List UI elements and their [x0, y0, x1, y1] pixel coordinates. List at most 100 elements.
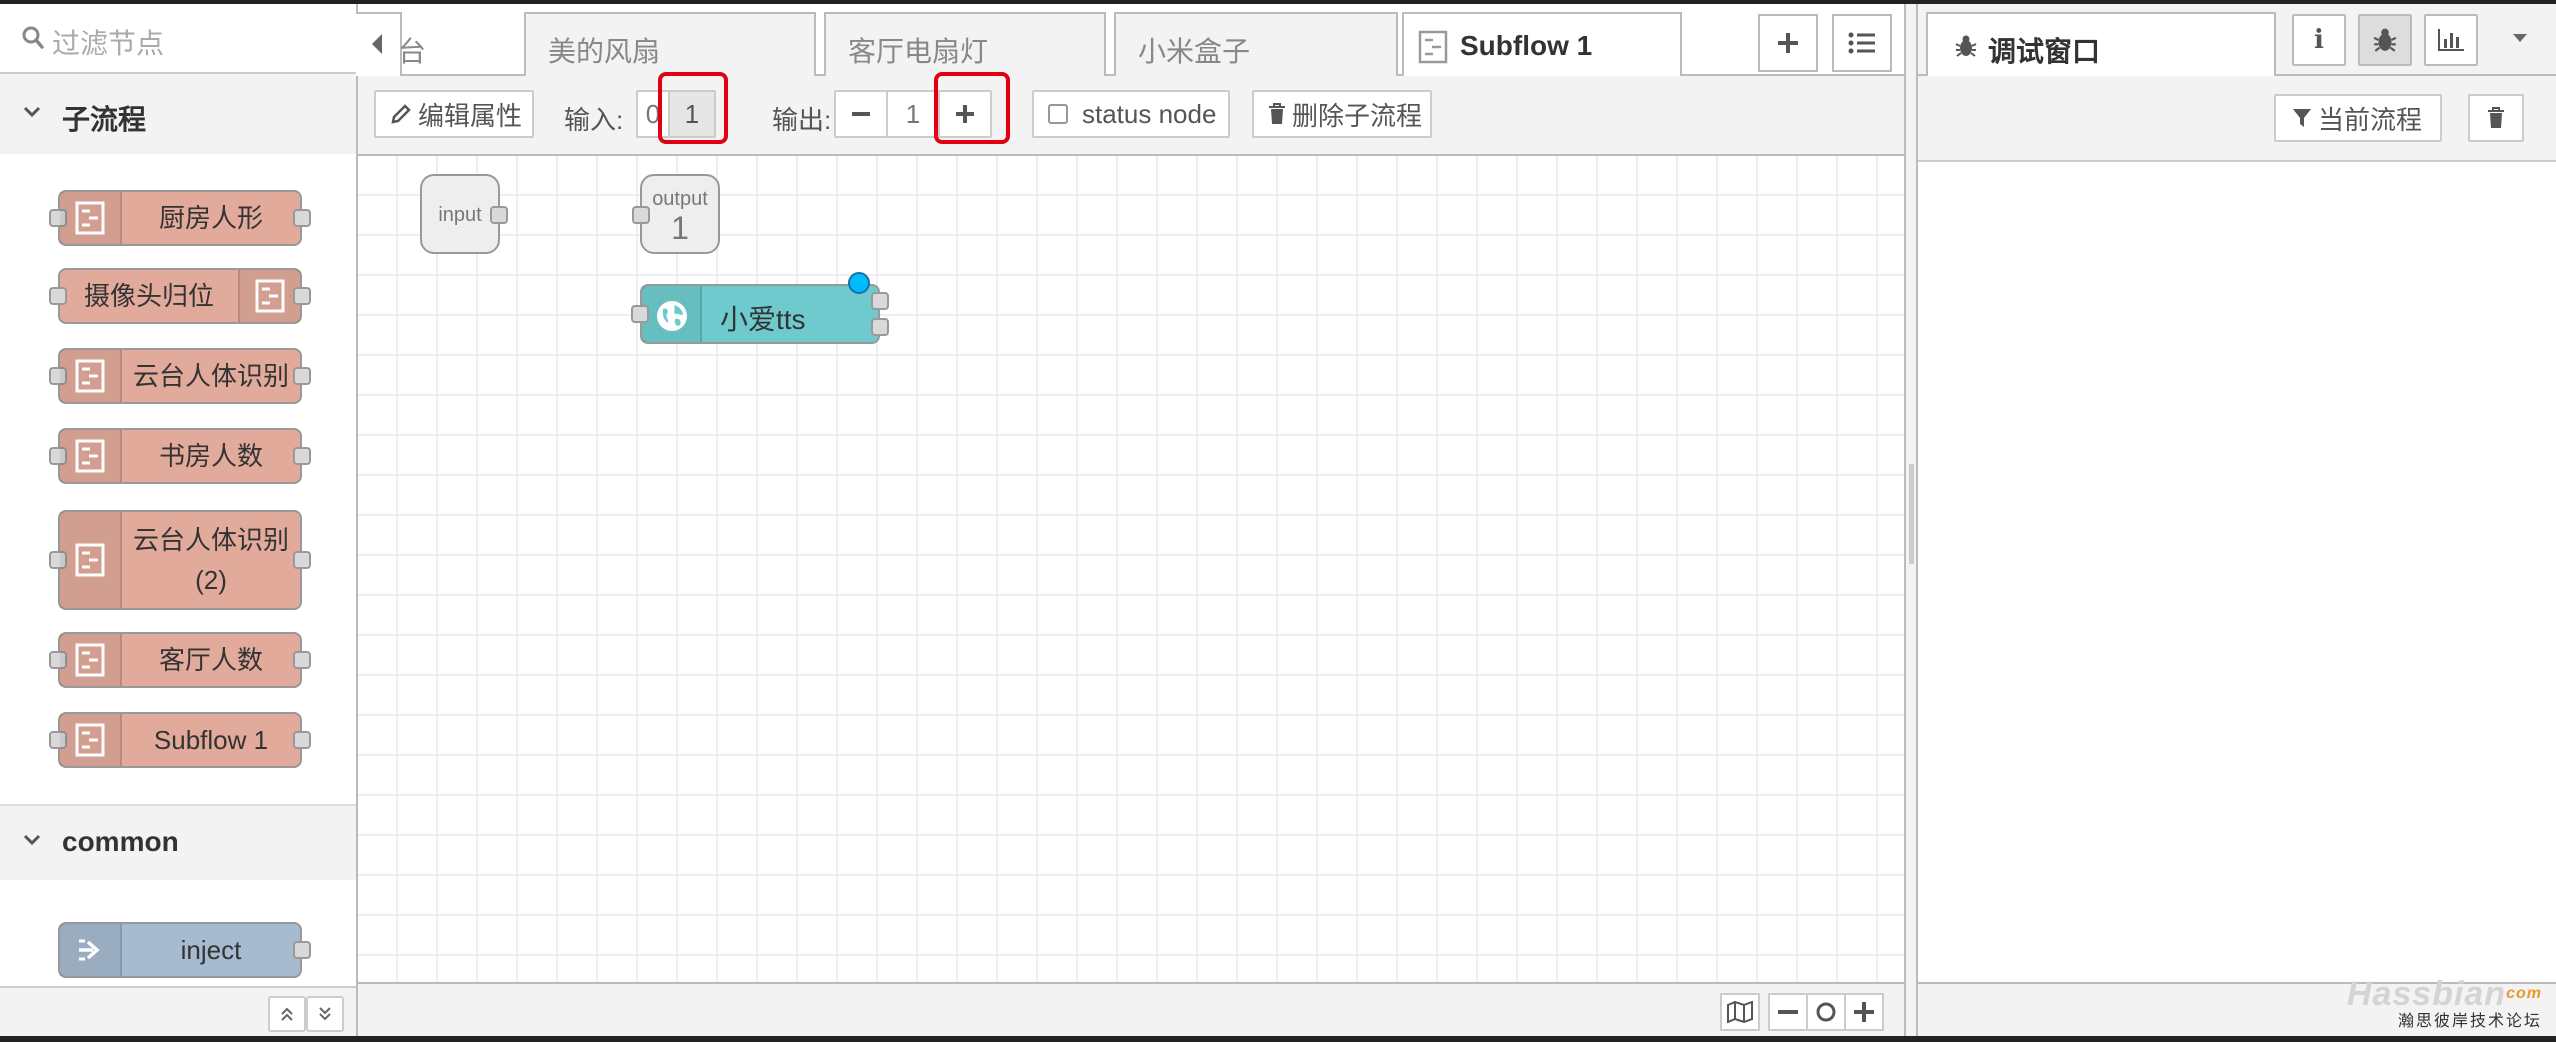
subflow-toolbar: 编辑属性 输入: 0 1 输出: 1 status node 删除子流程 — [358, 72, 1904, 156]
expand-all-button[interactable] — [306, 996, 344, 1032]
subflow-output-label: output — [652, 188, 708, 210]
tab-scroll-left-button[interactable]: 台 — [356, 12, 426, 76]
watermark-brand: Hassbian — [2346, 975, 2507, 1013]
search-icon — [22, 26, 44, 49]
chart-icon — [2438, 29, 2464, 51]
palette-node-subflow[interactable]: 厨房人形 — [49, 190, 311, 246]
palette-node-label-line2: (2) — [195, 565, 227, 595]
palette-footer — [0, 986, 356, 1036]
palette-node-subflow[interactable]: 客厅人数 — [49, 632, 311, 688]
workspace-footer — [358, 982, 1904, 1036]
node-input-port[interactable] — [631, 305, 649, 323]
output-decrement-button[interactable] — [836, 92, 888, 136]
chevron-down-icon — [23, 106, 41, 118]
sidebar-resize-handle[interactable] — [1904, 4, 1918, 1036]
status-node-toggle[interactable]: status node — [1032, 90, 1230, 138]
palette-node-subflow[interactable]: 摄像头归位 — [49, 268, 311, 324]
palette-category-common[interactable]: common — [0, 804, 356, 880]
node-input-port[interactable] — [632, 206, 650, 224]
clear-messages-button[interactable] — [2468, 94, 2524, 142]
info-icon: i — [2314, 25, 2324, 55]
flow-node-xiaoai-tts[interactable]: 小爱tts — [631, 272, 889, 344]
subflow-icon — [60, 634, 122, 686]
palette-node-inject[interactable]: inject — [58, 922, 311, 978]
node-output-port[interactable] — [871, 292, 889, 310]
minus-icon — [1778, 1010, 1798, 1014]
status-node-label: status node — [1082, 98, 1217, 129]
palette-category-subflows[interactable]: 子流程 — [0, 78, 356, 154]
pencil-icon — [391, 104, 411, 124]
palette-node-subflow[interactable]: 云台人体识别 (2) — [49, 510, 311, 610]
tab-label: 客厅电扇灯 — [848, 36, 989, 67]
palette-node-label: 云台人体识别 — [132, 361, 289, 391]
delete-subflow-label: 删除子流程 — [1292, 100, 1423, 131]
status-node-checkbox[interactable] — [1048, 104, 1068, 124]
collapse-all-button[interactable] — [268, 996, 306, 1032]
list-icon — [1848, 32, 1875, 54]
tab-subflow-1[interactable]: Subflow 1 — [1402, 12, 1682, 78]
tab-label: Subflow 1 — [1460, 30, 1593, 61]
globe-icon — [642, 286, 702, 342]
bug-icon — [1955, 35, 1977, 57]
chevron-down-icon — [23, 834, 41, 846]
node-palette: 过滤节点 子流程 厨房人形 摄像头归位 云台人体识别 书房人数 云台人体识别 (… — [0, 4, 358, 1036]
watermark-suffix: com — [2506, 985, 2542, 1002]
subflow-input-label: input — [438, 204, 482, 226]
node-output-port[interactable] — [490, 206, 508, 224]
output-count-value[interactable]: 1 — [888, 92, 938, 136]
navigator-button[interactable] — [1720, 993, 1760, 1031]
sidebar-tab-bar: 调试窗口 i — [1918, 4, 2556, 78]
subflow-icon — [60, 714, 122, 766]
palette-category-label: 子流程 — [62, 104, 147, 135]
tab-label: 调试窗口 — [1988, 36, 2101, 67]
workspace-tab-bar: 台 美的风扇 客厅电扇灯 小米盒子 Subflow 1 — [356, 4, 1904, 78]
window-bottom-border — [0, 1036, 2556, 1042]
info-tab-button[interactable]: i — [2292, 14, 2346, 66]
plus-icon — [1778, 33, 1798, 53]
edit-properties-button[interactable]: 编辑属性 — [374, 90, 534, 138]
tab-xiaomi-box[interactable]: 小米盒子 — [1114, 12, 1398, 76]
node-output-port[interactable] — [871, 318, 889, 336]
add-flow-button[interactable] — [1758, 14, 1818, 72]
palette-node-label: 摄像头归位 — [83, 281, 214, 311]
palette-node-subflow[interactable]: Subflow 1 — [49, 712, 311, 768]
caret-left-icon — [372, 34, 382, 54]
zoom-reset-button[interactable] — [1806, 993, 1846, 1031]
palette-node-subflow[interactable]: 云台人体识别 — [49, 348, 311, 404]
trash-icon — [2488, 107, 2504, 128]
minus-icon — [852, 112, 870, 116]
flow-canvas[interactable]: input output 1 小爱tts — [358, 156, 1904, 982]
palette-filter-input[interactable]: 过滤节点 — [0, 4, 356, 74]
palette-node-label: 厨房人形 — [158, 203, 263, 233]
zoom-in-button[interactable] — [1844, 993, 1884, 1031]
sidebar-menu-dropdown[interactable] — [2500, 28, 2540, 52]
inject-arrow-icon — [60, 924, 122, 976]
palette-category-label: common — [62, 826, 179, 857]
palette-category-common-body: inject — [0, 880, 356, 986]
output-count-label: 输出: — [772, 105, 832, 135]
debug-toolbar: 当前流程 — [1918, 76, 2556, 162]
palette-node-subflow[interactable]: 书房人数 — [49, 428, 311, 484]
subflow-input-port[interactable]: input — [420, 174, 508, 254]
palette-node-label: Subflow 1 — [153, 725, 269, 755]
debug-tab-button[interactable] — [2358, 14, 2412, 66]
current-flow-filter-button[interactable]: 当前流程 — [2274, 94, 2442, 142]
resize-grip — [1909, 464, 1914, 564]
flow-list-button[interactable] — [1832, 14, 1892, 72]
flow-node-label: 小爱tts — [720, 304, 806, 335]
palette-category-subflows-body: 厨房人形 摄像头归位 云台人体识别 书房人数 云台人体识别 (2) 客厅人数 S… — [0, 154, 356, 804]
input-count-label: 输入: — [564, 105, 624, 135]
dropdown-caret-icon — [2513, 34, 2527, 42]
delete-subflow-button[interactable]: 删除子流程 — [1252, 90, 1432, 138]
tab-debug[interactable]: 调试窗口 — [1926, 12, 2276, 78]
zoom-out-button[interactable] — [1768, 993, 1808, 1031]
tab-living-room-fan-light[interactable]: 客厅电扇灯 — [824, 12, 1106, 76]
debug-messages-area[interactable] — [1918, 162, 2556, 982]
subflow-output-port[interactable]: output 1 — [632, 174, 720, 254]
tab-label: 台 — [398, 36, 427, 67]
tab-meidi-fan[interactable]: 美的风扇 — [524, 12, 816, 76]
node-output-port — [293, 447, 311, 465]
node-output-port — [293, 731, 311, 749]
dashboard-tab-button[interactable] — [2424, 14, 2478, 66]
subflow-icon — [1418, 30, 1448, 64]
